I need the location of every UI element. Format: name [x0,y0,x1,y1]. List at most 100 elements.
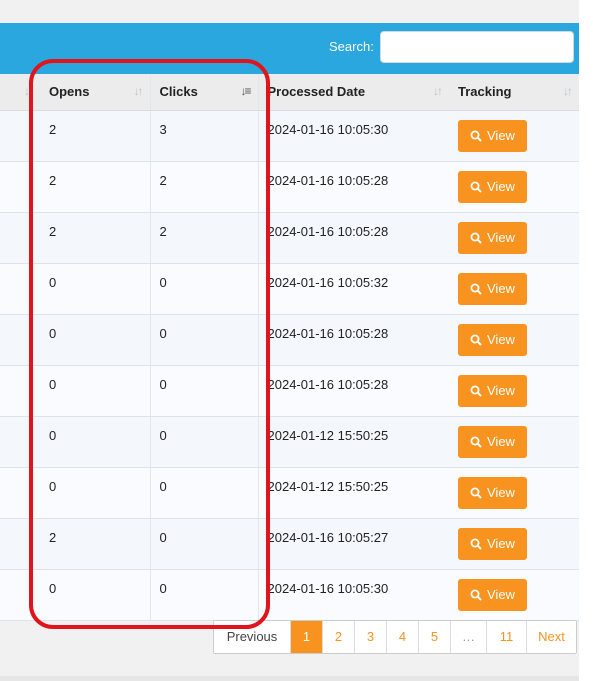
cell-tracking: View [449,161,579,213]
table-row: 0 0 2024-01-16 10:05:32 View [0,263,579,315]
search-icon [470,487,482,499]
cell-tracking: View [449,518,579,570]
column-header-clicks-label: Clicks [159,84,198,100]
view-button[interactable]: View [458,425,527,458]
cell-opens: 2 [40,212,151,264]
table-row: 0 0 2024-01-12 15:50:25 View [0,416,579,468]
search-icon [470,130,482,142]
view-button-label: View [487,587,515,602]
table-cell-edge [0,263,40,315]
view-button[interactable]: View [458,578,527,611]
cell-processed-date: 2024-01-16 10:05:28 [258,212,449,264]
tracking-table: ↓↑ Opens ↓↑ Clicks ↓≡ Processed Date ↓↑ … [0,74,579,621]
cell-processed-date: 2024-01-12 15:50:25 [258,416,449,468]
column-header-tracking[interactable]: Tracking ↓↑ [449,74,579,111]
view-button[interactable]: View [458,476,527,509]
sort-both-icon: ↓↑ [563,84,573,98]
view-button-label: View [487,179,515,194]
cell-processed-date: 2024-01-16 10:05:28 [258,314,449,366]
panel-bottom-border [0,676,579,681]
cell-opens: 0 [40,467,151,519]
table-row: 0 0 2024-01-16 10:05:28 View [0,365,579,417]
column-header-previous[interactable]: ↓↑ [0,74,40,111]
column-header-processed-date[interactable]: Processed Date ↓↑ [258,74,449,111]
table-cell-edge [0,518,40,570]
pagination-previous[interactable]: Previous [214,621,290,653]
view-button[interactable]: View [458,170,527,203]
view-button[interactable]: View [458,119,527,152]
table-header-row: ↓↑ Opens ↓↑ Clicks ↓≡ Processed Date ↓↑ … [0,74,579,111]
cell-tracking: View [449,365,579,417]
table-cell-edge [0,365,40,417]
cell-processed-date: 2024-01-16 10:05:28 [258,161,449,213]
view-button-label: View [487,434,515,449]
table-row: 0 0 2024-01-12 15:50:25 View [0,467,579,519]
table-cell-edge [0,416,40,468]
sort-both-icon: ↓↑ [433,84,443,98]
cell-tracking: View [449,314,579,366]
search-label: Search: [329,39,374,54]
cell-tracking: View [449,569,579,621]
view-button-label: View [487,230,515,245]
search-icon [470,436,482,448]
cell-clicks: 2 [150,161,259,213]
table-row: 0 0 2024-01-16 10:05:30 View [0,569,579,621]
pagination-page-11[interactable]: 11 [486,621,526,653]
search-icon [470,385,482,397]
cell-clicks: 2 [150,212,259,264]
sort-both-icon: ↓↑ [133,84,144,98]
view-button[interactable]: View [458,221,527,254]
table-cell-edge [0,110,40,162]
pagination: Previous 1 2 3 4 5 … 11 Next [213,620,577,654]
cell-opens: 0 [40,365,151,417]
cell-opens: 2 [40,110,151,162]
table-row: 2 0 2024-01-16 10:05:27 View [0,518,579,570]
view-button-label: View [487,383,515,398]
search-icon [470,181,482,193]
search-input[interactable] [380,31,574,63]
pagination-page-5[interactable]: 5 [418,621,450,653]
cell-clicks: 0 [150,263,259,315]
table-row: 2 2 2024-01-16 10:05:28 View [0,161,579,213]
cell-processed-date: 2024-01-16 10:05:32 [258,263,449,315]
search-icon [470,538,482,550]
pagination-ellipsis: … [450,621,486,653]
table-row: 0 0 2024-01-16 10:05:28 View [0,314,579,366]
pagination-page-2[interactable]: 2 [322,621,354,653]
table-cell-edge [0,212,40,264]
view-button[interactable]: View [458,374,527,407]
column-header-clicks[interactable]: Clicks ↓≡ [150,74,259,111]
sort-both-icon: ↓↑ [24,84,34,98]
pagination-page-3[interactable]: 3 [354,621,386,653]
cell-processed-date: 2024-01-16 10:05:30 [258,110,449,162]
view-button-label: View [487,281,515,296]
cell-opens: 0 [40,263,151,315]
view-button[interactable]: View [458,272,527,305]
cell-clicks: 3 [150,110,259,162]
view-button[interactable]: View [458,527,527,560]
column-header-opens[interactable]: Opens ↓↑ [40,74,151,111]
search-icon [470,283,482,295]
cell-processed-date: 2024-01-16 10:05:30 [258,569,449,621]
cell-clicks: 0 [150,416,259,468]
cell-processed-date: 2024-01-16 10:05:28 [258,365,449,417]
search-icon [470,589,482,601]
cell-opens: 2 [40,518,151,570]
cell-opens: 0 [40,416,151,468]
pagination-page-1[interactable]: 1 [290,621,322,653]
view-button[interactable]: View [458,323,527,356]
cell-opens: 2 [40,161,151,213]
search-icon [470,232,482,244]
table-cell-edge [0,161,40,213]
view-button-label: View [487,128,515,143]
table-cell-edge [0,569,40,621]
pagination-next[interactable]: Next [526,621,576,653]
cell-clicks: 0 [150,518,259,570]
cell-clicks: 0 [150,365,259,417]
view-button-label: View [487,536,515,551]
pagination-page-4[interactable]: 4 [386,621,418,653]
cell-clicks: 0 [150,314,259,366]
cell-opens: 0 [40,569,151,621]
cell-opens: 0 [40,314,151,366]
cell-clicks: 0 [150,569,259,621]
